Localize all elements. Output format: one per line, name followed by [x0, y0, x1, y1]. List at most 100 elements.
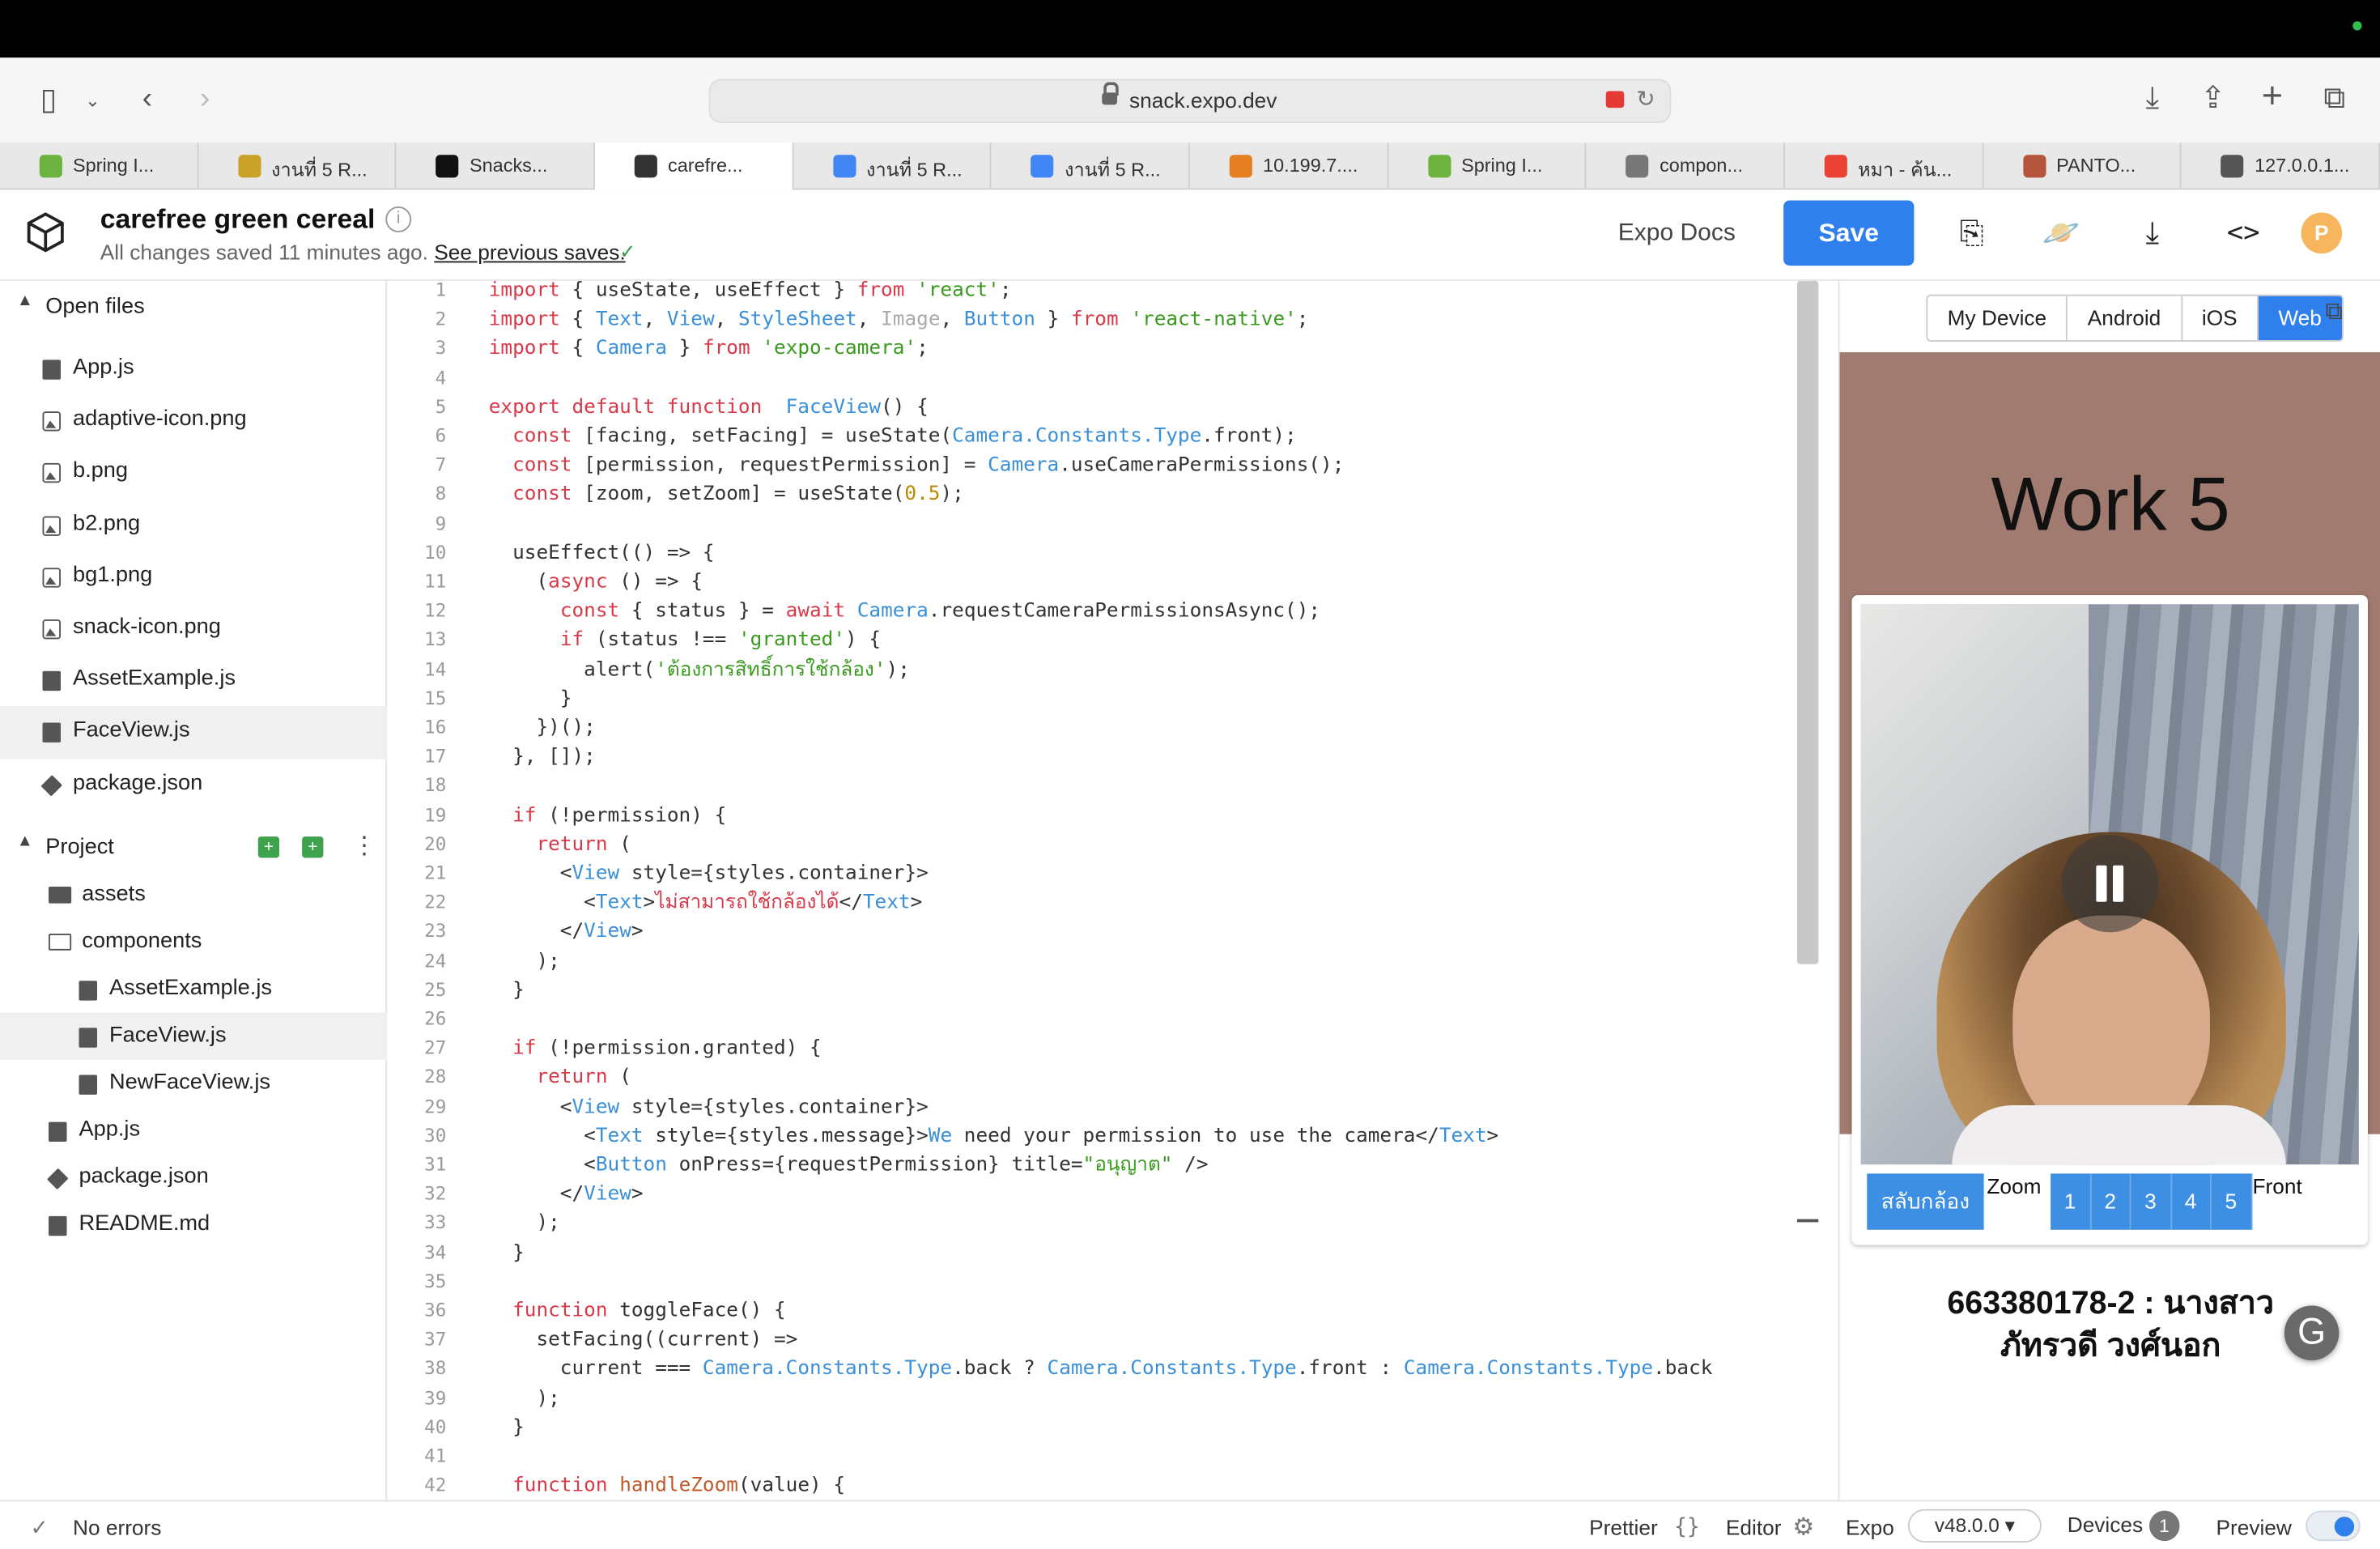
download-icon[interactable]: ⤓	[2134, 80, 2170, 117]
code-line[interactable]: if (status !== 'granted') {	[489, 626, 881, 655]
code-line[interactable]: <Text>ไม่สามารถใช้กล้องได้</Text>	[489, 888, 923, 917]
file-item[interactable]: AssetExample.js	[0, 654, 387, 706]
zoom-level-button[interactable]: 5	[2212, 1173, 2252, 1229]
tab-overview-icon[interactable]: ⧉	[2316, 80, 2352, 117]
code-line[interactable]: }	[489, 976, 525, 1005]
code-line[interactable]: import { Text, View, StyleSheet, Image, …	[489, 305, 1309, 334]
file-item[interactable]: package.json	[0, 759, 387, 811]
previous-saves-link[interactable]: See previous saves.	[434, 240, 625, 264]
file-item[interactable]: components	[0, 918, 387, 965]
code-line[interactable]: current === Camera.Constants.Type.back ?…	[489, 1355, 1713, 1384]
file-item[interactable]: package.json	[0, 1154, 387, 1201]
code-line[interactable]: function handleZoom(value) {	[489, 1471, 845, 1500]
code-line[interactable]: const [facing, setFacing] = useState(Cam…	[489, 422, 1297, 451]
zoom-level-button[interactable]: 3	[2131, 1173, 2172, 1229]
file-item[interactable]: App.js	[0, 343, 387, 395]
code-line[interactable]: }	[489, 1238, 525, 1267]
project-header[interactable]: ▲ Project + + ⋮	[0, 824, 387, 870]
browser-tab[interactable]: 127.0.0.1...	[2182, 143, 2380, 189]
code-line[interactable]: }	[489, 684, 572, 713]
browser-tab[interactable]: หมา - ค้น...	[1785, 143, 1983, 189]
code-line[interactable]: import { useState, useEffect } from 'rea…	[489, 281, 1012, 305]
save-button[interactable]: Save	[1783, 201, 1914, 266]
code-line[interactable]: <View style={styles.container}>	[489, 1092, 929, 1121]
file-item[interactable]: bg1.png	[0, 551, 387, 602]
embed-code-icon[interactable]: <>	[2221, 213, 2266, 256]
browser-tab[interactable]: Spring I...	[0, 143, 198, 189]
info-icon[interactable]: i	[385, 206, 411, 232]
file-item[interactable]: adaptive-icon.png	[0, 395, 387, 447]
expo-docs-link[interactable]: Expo Docs	[1618, 220, 1736, 248]
back-icon[interactable]: ‹	[130, 80, 164, 117]
editor-settings-button[interactable]: Editor	[1726, 1515, 1782, 1539]
camera-recording-icon[interactable]	[1606, 91, 1625, 109]
browser-tab[interactable]: งานที่ 5 R...	[992, 143, 1190, 189]
sdk-version-select[interactable]: v48.0.0 ▾	[1908, 1509, 2042, 1543]
more-options-icon[interactable]: ⋮	[352, 831, 376, 862]
code-line[interactable]: }, []);	[489, 743, 596, 772]
code-line[interactable]: if (!permission.granted) {	[489, 1034, 822, 1063]
code-line[interactable]: const [zoom, setZoom] = useState(0.5);	[489, 480, 964, 509]
browser-tab[interactable]: งานที่ 5 R...	[793, 143, 992, 189]
code-editor[interactable]: 1234567891011121314151617181920212223242…	[389, 281, 1838, 1500]
code-line[interactable]: <Button onPress={requestPermission} titl…	[489, 1151, 1209, 1180]
file-item[interactable]: assets	[0, 871, 387, 918]
code-line[interactable]: setFacing((current) =>	[489, 1326, 798, 1355]
browser-tab[interactable]: 10.199.7....	[1190, 143, 1388, 189]
file-item[interactable]: FaceView.js	[0, 707, 387, 759]
editor-scrollbar[interactable]	[1797, 281, 1818, 964]
code-line[interactable]: alert('ต้องการสิทธิ์การใช้กล้อง');	[489, 655, 910, 684]
code-line[interactable]: </View>	[489, 917, 644, 947]
code-line[interactable]: function toggleFace() {	[489, 1296, 786, 1326]
zoom-level-button[interactable]: 4	[2171, 1173, 2212, 1229]
share-icon[interactable]: ⇪	[2195, 80, 2231, 117]
planet-icon[interactable]: 🪐	[2038, 213, 2084, 256]
file-item[interactable]: README.md	[0, 1201, 387, 1248]
new-folder-icon[interactable]: +	[302, 836, 323, 857]
reload-icon[interactable]: ↻	[1636, 85, 1655, 113]
file-item[interactable]: FaceView.js	[0, 1013, 387, 1060]
code-line[interactable]: );	[489, 1209, 560, 1238]
code-line[interactable]: );	[489, 1384, 560, 1413]
file-item[interactable]: AssetExample.js	[0, 966, 387, 1013]
file-item[interactable]: b.png	[0, 447, 387, 499]
camera-view[interactable]	[1861, 604, 2359, 1164]
code-line[interactable]: const { status } = await Camera.requestC…	[489, 597, 1320, 626]
code-line[interactable]: <View style={styles.container}>	[489, 859, 929, 888]
code-line[interactable]: (async () => {	[489, 568, 703, 597]
new-file-icon[interactable]: +	[258, 836, 279, 857]
address-bar[interactable]: snack.expo.dev ↻	[709, 79, 1672, 123]
import-icon[interactable]: ⎘	[1949, 213, 1995, 256]
zoom-level-button[interactable]: 1	[2051, 1173, 2091, 1229]
code-line[interactable]: useEffect(() => {	[489, 538, 715, 568]
platform-tab[interactable]: My Device	[1927, 296, 2068, 340]
code-line[interactable]: );	[489, 947, 560, 976]
code-line[interactable]: }	[489, 1413, 525, 1442]
prettier-button[interactable]: Prettier	[1589, 1515, 1658, 1539]
open-external-icon[interactable]: ⧉	[2326, 299, 2353, 326]
browser-tab[interactable]: งานที่ 5 R...	[198, 143, 397, 189]
platform-tab[interactable]: Android	[2068, 296, 2182, 340]
file-item[interactable]: App.js	[0, 1107, 387, 1154]
code-line[interactable]: </View>	[489, 1180, 644, 1209]
open-files-header[interactable]: ▲ Open files	[0, 284, 387, 330]
gear-icon[interactable]: ⚙	[1792, 1513, 1814, 1543]
file-item[interactable]: snack-icon.png	[0, 602, 387, 654]
file-item[interactable]: NewFaceView.js	[0, 1060, 387, 1107]
chevron-down-icon[interactable]: ⌄	[79, 82, 107, 118]
forward-icon[interactable]: ›	[189, 80, 222, 117]
file-item[interactable]: b2.png	[0, 499, 387, 551]
code-line[interactable]: <Text style={styles.message}>We need you…	[489, 1121, 1498, 1151]
code-line[interactable]: export default function FaceView() {	[489, 393, 929, 422]
code-line[interactable]: return (	[489, 1063, 631, 1092]
browser-tab[interactable]: Spring I...	[1388, 143, 1587, 189]
pause-icon[interactable]	[2061, 835, 2158, 932]
code-line[interactable]: if (!permission) {	[489, 801, 727, 830]
avatar[interactable]: P	[2301, 213, 2343, 254]
grammarly-icon[interactable]: G	[2284, 1306, 2340, 1361]
sidebar-toggle-icon[interactable]: ▯	[31, 82, 67, 118]
browser-tab[interactable]: compon...	[1587, 143, 1785, 189]
zoom-level-button[interactable]: 2	[2091, 1173, 2131, 1229]
platform-tab[interactable]: iOS	[2182, 296, 2259, 340]
download-icon[interactable]: ⤓	[2130, 213, 2175, 256]
